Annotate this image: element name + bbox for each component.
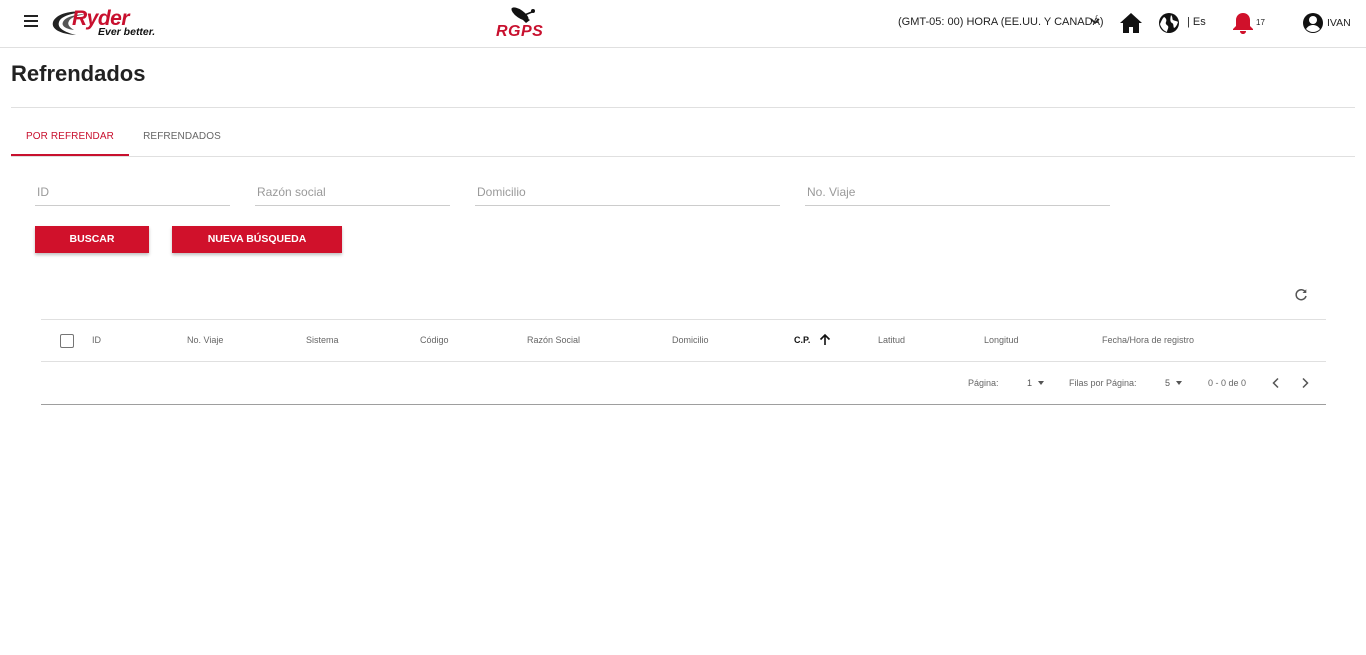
id-input[interactable] (35, 180, 230, 204)
chevron-down-icon[interactable] (1089, 15, 1101, 27)
globe-icon[interactable] (1158, 12, 1180, 34)
rgps-logo[interactable]: RGPS (494, 6, 554, 42)
page-select[interactable]: 1 (1027, 378, 1045, 388)
id-field-wrapper (35, 180, 230, 206)
menu-icon[interactable] (24, 15, 38, 29)
column-header-codigo[interactable]: Código (420, 335, 449, 345)
column-header-no-viaje[interactable]: No. Viaje (187, 335, 223, 345)
no-viaje-input[interactable] (805, 180, 1110, 204)
tab-bar: POR REFRENDAR REFRENDADOS (11, 118, 1355, 157)
domicilio-input[interactable] (475, 180, 780, 204)
notification-count-badge: 17 (1256, 18, 1265, 27)
chevron-right-icon[interactable] (1298, 376, 1312, 390)
account-circle-icon[interactable] (1302, 12, 1324, 34)
caret-down-icon (1176, 381, 1183, 385)
domicilio-field-wrapper (475, 180, 780, 206)
column-header-id[interactable]: ID (92, 335, 101, 345)
home-icon[interactable] (1119, 12, 1143, 34)
new-search-button[interactable]: NUEVA BÚSQUEDA (172, 226, 342, 253)
user-name[interactable]: IVAN (1327, 17, 1351, 29)
bell-icon[interactable] (1232, 11, 1254, 35)
column-header-sistema[interactable]: Sistema (306, 335, 339, 345)
search-button[interactable]: BUSCAR (35, 226, 149, 253)
select-all-checkbox[interactable] (60, 334, 74, 348)
tab-por-refrendar[interactable]: POR REFRENDAR (11, 118, 129, 156)
range-label: 0 - 0 de 0 (1208, 378, 1247, 388)
rows-per-page-label: Filas por Página: (1069, 378, 1137, 388)
chevron-left-icon[interactable] (1269, 376, 1283, 390)
column-header-razon-social[interactable]: Razón Social (527, 335, 580, 345)
no-viaje-field-wrapper (805, 180, 1110, 206)
column-header-domicilio[interactable]: Domicilio (672, 335, 709, 345)
satellite-dish-icon (511, 7, 535, 23)
refresh-icon[interactable] (1294, 288, 1308, 302)
timezone-selector[interactable]: (GMT-05: 00) HORA (EE.UU. Y CANADÁ) (898, 16, 1104, 28)
page-label: Página: (968, 378, 999, 388)
razon-social-field-wrapper (255, 180, 450, 206)
page-select-value: 1 (1027, 378, 1033, 388)
table-pagination: Página: 1 Filas por Página: 5 0 - 0 de 0 (41, 363, 1326, 405)
ryder-tagline: Ever better. (98, 26, 156, 38)
rows-per-page-select[interactable]: 5 (1165, 378, 1183, 388)
column-header-longitud[interactable]: Longitud (984, 335, 1019, 345)
column-header-latitud[interactable]: Latitud (878, 335, 905, 345)
caret-down-icon (1038, 381, 1045, 385)
column-header-cp[interactable]: C.P. (794, 335, 810, 345)
rows-per-page-value: 5 (1165, 378, 1171, 388)
table-header-row: ID No. Viaje Sistema Código Razón Social… (41, 320, 1326, 362)
ryder-logo[interactable]: Ryder Ever better. (50, 7, 162, 39)
rgps-brand-text: RGPS (496, 23, 544, 40)
top-app-bar: Ryder Ever better. RGPS (GMT-05: 00) HOR… (0, 0, 1366, 48)
sort-ascending-icon[interactable] (818, 333, 832, 347)
language-selector[interactable]: | Es (1187, 16, 1206, 28)
divider (11, 107, 1355, 108)
page-title: Refrendados (11, 61, 146, 86)
tab-refrendados[interactable]: REFRENDADOS (129, 118, 235, 156)
column-header-fecha-hora[interactable]: Fecha/Hora de registro (1102, 335, 1194, 345)
razon-social-input[interactable] (255, 180, 450, 204)
